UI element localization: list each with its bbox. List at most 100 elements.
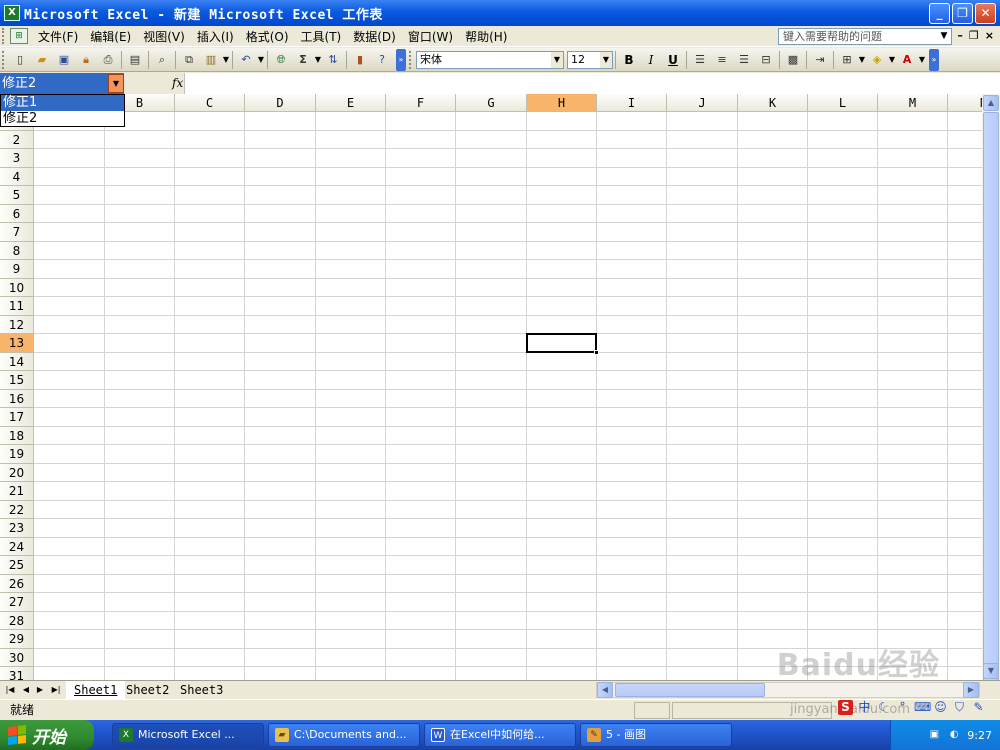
row-header-24[interactable]: 24	[0, 537, 34, 556]
keyboard-icon[interactable]: ⌨	[914, 700, 931, 715]
hyperlink-icon[interactable]: 🌐︎	[271, 50, 291, 70]
column-header-i[interactable]: I	[597, 94, 667, 112]
help-icon[interactable]: ?	[372, 50, 392, 70]
paste-dropdown-icon[interactable]: ▼	[222, 55, 230, 64]
print-icon[interactable]: ⎙	[98, 50, 118, 70]
autosum-icon[interactable]: Σ	[293, 50, 313, 70]
chevron-down-icon[interactable]: ▼	[600, 51, 612, 68]
row-header-21[interactable]: 21	[0, 482, 34, 501]
row-header-22[interactable]: 22	[0, 500, 34, 519]
italic-button[interactable]: I	[641, 50, 661, 70]
undo-dropdown-icon[interactable]: ▼	[257, 55, 265, 64]
permission-icon[interactable]: 🔒︎	[76, 50, 96, 70]
wrench-icon[interactable]: ✎	[971, 700, 986, 715]
horizontal-scroll-thumb[interactable]	[615, 683, 765, 697]
underline-button[interactable]: U	[663, 50, 683, 70]
active-cell[interactable]	[526, 333, 599, 355]
user-icon[interactable]: ☺	[933, 700, 948, 715]
doc-minimize-button[interactable]: –	[957, 29, 963, 42]
scroll-down-icon[interactable]: ▼	[983, 663, 999, 679]
row-header-7[interactable]: 7	[0, 223, 34, 242]
row-header-29[interactable]: 29	[0, 630, 34, 649]
menu-view[interactable]: 视图(V)	[137, 28, 191, 45]
research-icon[interactable]: ⌕	[152, 50, 172, 70]
last-sheet-icon[interactable]: ▶|	[50, 683, 62, 697]
menu-format[interactable]: 格式(O)	[240, 28, 295, 45]
row-header-23[interactable]: 23	[0, 519, 34, 538]
column-header-n[interactable]: N	[948, 94, 982, 112]
row-header-20[interactable]: 20	[0, 463, 34, 482]
vertical-scrollbar[interactable]: ▲ ▼	[982, 94, 1000, 722]
menu-file[interactable]: 文件(F)	[32, 28, 84, 45]
restore-button[interactable]: ❐	[952, 3, 973, 24]
new-file-icon[interactable]: ▯	[10, 50, 30, 70]
insert-function-icon[interactable]: fx	[172, 76, 183, 90]
document-icon[interactable]: ⊞	[10, 28, 28, 44]
prev-sheet-icon[interactable]: ◀	[20, 683, 32, 697]
minimize-button[interactable]: _	[929, 3, 950, 24]
start-button[interactable]: 开始	[0, 720, 94, 750]
row-header-30[interactable]: 30	[0, 648, 34, 667]
name-box[interactable]: 修正2 ▼	[0, 73, 124, 94]
menu-insert[interactable]: 插入(I)	[191, 28, 240, 45]
toolbar-grip[interactable]	[409, 50, 413, 69]
chevron-down-icon[interactable]: ▼	[108, 74, 124, 93]
column-header-d[interactable]: D	[245, 94, 316, 112]
chart-wizard-icon[interactable]: ▮	[350, 50, 370, 70]
volume-icon[interactable]: ◐	[947, 728, 961, 742]
task-paint[interactable]: ✎ 5 - 画图	[580, 723, 732, 747]
row-header-18[interactable]: 18	[0, 426, 34, 445]
task-excel[interactable]: X Microsoft Excel ...	[112, 723, 264, 747]
column-header-e[interactable]: E	[316, 94, 386, 112]
row-header-5[interactable]: 5	[0, 186, 34, 205]
fill-color-icon[interactable]: ◈	[867, 50, 887, 70]
close-button[interactable]: ✕	[975, 3, 996, 24]
row-header-4[interactable]: 4	[0, 167, 34, 186]
sogou-icon[interactable]: S	[838, 700, 853, 715]
row-header-15[interactable]: 15	[0, 371, 34, 390]
fill-handle[interactable]	[594, 349, 599, 355]
row-header-6[interactable]: 6	[0, 204, 34, 223]
undo-icon[interactable]: ↶	[236, 50, 256, 70]
menu-tools[interactable]: 工具(T)	[295, 28, 348, 45]
scroll-left-icon[interactable]: ◀	[597, 682, 613, 698]
fill-color-dropdown-icon[interactable]: ▼	[888, 55, 896, 64]
font-color-icon[interactable]: A	[897, 50, 917, 70]
column-header-m[interactable]: M	[878, 94, 948, 112]
dropdown-option[interactable]: 修正1	[1, 95, 124, 111]
toolbar-options-icon[interactable]: »	[396, 48, 406, 71]
column-header-g[interactable]: G	[456, 94, 527, 112]
row-header-3[interactable]: 3	[0, 149, 34, 168]
chevron-down-icon[interactable]: ▼	[937, 29, 951, 44]
worksheet-grid[interactable]: ABCDEFGHIJKLMN12345678910111213141516171…	[0, 94, 982, 680]
column-header-c[interactable]: C	[175, 94, 245, 112]
vertical-scroll-thumb[interactable]	[983, 112, 999, 722]
task-explorer[interactable]: ▰ C:\Documents and...	[268, 723, 420, 747]
column-header-j[interactable]: J	[667, 94, 738, 112]
currency-icon[interactable]: ▩	[783, 50, 803, 70]
tab-sheet1[interactable]: Sheet1	[66, 681, 126, 699]
moon-icon[interactable]: ☾	[876, 700, 891, 715]
column-header-h[interactable]: H	[527, 94, 597, 112]
dropdown-option[interactable]: 修正2	[1, 111, 124, 127]
row-header-9[interactable]: 9	[0, 260, 34, 279]
ime-mode-icon[interactable]: 中	[857, 700, 872, 715]
menu-window[interactable]: 窗口(W)	[402, 28, 459, 45]
scroll-right-icon[interactable]: ▶	[963, 682, 979, 698]
help-search-input[interactable]: 键入需要帮助的问题 ▼	[778, 28, 952, 45]
column-header-f[interactable]: F	[386, 94, 456, 112]
open-folder-icon[interactable]: ▰	[32, 50, 52, 70]
copy-icon[interactable]: ⧉	[179, 50, 199, 70]
toolbar-options-icon[interactable]: »	[929, 48, 939, 71]
chevron-down-icon[interactable]: ▼	[551, 51, 563, 68]
shirt-icon[interactable]: ⛉	[952, 700, 967, 715]
save-icon[interactable]: ▣	[54, 50, 74, 70]
toolbar-grip[interactable]	[2, 50, 6, 69]
borders-icon[interactable]: ⊞	[837, 50, 857, 70]
row-header-25[interactable]: 25	[0, 556, 34, 575]
network-icon[interactable]: ▣	[927, 728, 941, 742]
merge-center-icon[interactable]: ⊟	[756, 50, 776, 70]
row-header-28[interactable]: 28	[0, 611, 34, 630]
indent-icon[interactable]: ⇥	[810, 50, 830, 70]
menu-help[interactable]: 帮助(H)	[459, 28, 513, 45]
